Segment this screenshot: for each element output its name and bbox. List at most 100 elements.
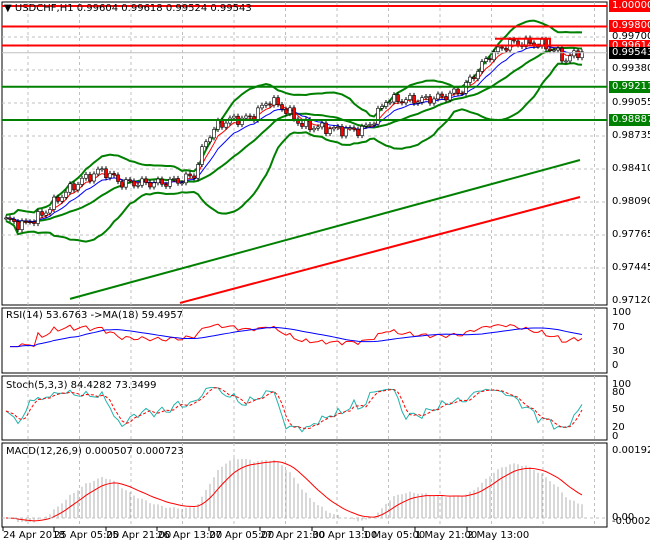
candle-body bbox=[488, 58, 492, 61]
price-tick: 0.97445 bbox=[612, 261, 650, 273]
candle-body bbox=[224, 122, 228, 128]
candle-body bbox=[484, 58, 488, 62]
candle-body bbox=[100, 168, 104, 171]
candle-body bbox=[276, 97, 280, 105]
macd-tick: -0.000264 bbox=[612, 516, 650, 527]
candle-body bbox=[248, 115, 252, 118]
panel-frame-0 bbox=[1, 1, 608, 306]
candle-body bbox=[460, 92, 464, 95]
candle-body bbox=[108, 173, 112, 179]
candle-body bbox=[336, 126, 340, 128]
candle-body bbox=[144, 178, 148, 183]
candle-body bbox=[208, 137, 212, 143]
candle-body bbox=[56, 196, 60, 202]
price-tick: 0.99055 bbox=[612, 96, 650, 108]
candle-body bbox=[156, 178, 160, 184]
candle-body bbox=[40, 211, 44, 216]
rsi-ma-line bbox=[10, 326, 583, 348]
candle-body bbox=[80, 177, 84, 185]
candle-body bbox=[256, 107, 260, 121]
candle-body bbox=[312, 127, 316, 131]
candle-body bbox=[396, 94, 400, 102]
candle-body bbox=[120, 181, 124, 188]
candle-body bbox=[16, 221, 20, 230]
candle-body bbox=[444, 96, 448, 101]
candle-body bbox=[268, 103, 272, 106]
candle-body bbox=[76, 184, 80, 191]
candle-body bbox=[148, 182, 152, 188]
candle-body bbox=[440, 93, 444, 97]
candle-body bbox=[292, 107, 296, 120]
rsi-title: RSI(14) 53.6763 ->MA(18) 59.4957 bbox=[6, 310, 183, 321]
candle-body bbox=[404, 99, 408, 104]
candle-body bbox=[412, 95, 416, 104]
stoch-tick: 50 bbox=[612, 404, 625, 415]
candle-body bbox=[260, 104, 264, 109]
price-tick: 0.98735 bbox=[612, 129, 650, 141]
candle-body bbox=[284, 108, 288, 114]
level-label-1.00000: 1.00000 bbox=[609, 0, 650, 12]
candle-body bbox=[20, 220, 24, 230]
candle-body bbox=[572, 50, 576, 57]
candle-body bbox=[192, 175, 196, 179]
candle-body bbox=[24, 220, 28, 223]
candle-body bbox=[448, 92, 452, 101]
candle-body bbox=[388, 101, 392, 104]
candle-body bbox=[332, 127, 336, 130]
chart-window[interactable]: ▼ USDCHF,H1 0.99604 0.99618 0.99524 0.99… bbox=[0, 0, 650, 550]
candle-body bbox=[384, 102, 388, 107]
candle-body bbox=[244, 115, 248, 119]
price-tick: 0.99380 bbox=[612, 63, 650, 75]
chart-canvas[interactable] bbox=[0, 0, 650, 550]
candle-body bbox=[500, 46, 504, 49]
candle-body bbox=[560, 47, 564, 62]
macd-title: MACD(12,26,9) 0.000507 0.000723 bbox=[6, 446, 184, 457]
price-tick: 0.99700 bbox=[612, 30, 650, 42]
candle-body bbox=[340, 126, 344, 137]
candle-body bbox=[420, 97, 424, 103]
rsi-line bbox=[10, 323, 583, 348]
candle-body bbox=[212, 129, 216, 139]
candle-body bbox=[468, 76, 472, 83]
candle-body bbox=[168, 178, 172, 187]
candle-body bbox=[8, 217, 12, 220]
candle-body bbox=[104, 168, 108, 179]
level-label-0.98887: 0.98887 bbox=[609, 113, 650, 126]
candle-body bbox=[476, 71, 480, 80]
candle-body bbox=[464, 82, 468, 94]
candle-body bbox=[32, 221, 36, 224]
candle-body bbox=[400, 101, 404, 104]
price-tick: 0.98410 bbox=[612, 162, 650, 174]
candle-body bbox=[432, 98, 436, 104]
candle-body bbox=[504, 47, 508, 51]
dropdown-triangle-icon[interactable]: ▼ bbox=[4, 3, 12, 14]
candle-body bbox=[368, 124, 372, 126]
candle-body bbox=[64, 191, 68, 198]
stoch-tick: 0 bbox=[612, 431, 619, 442]
candle-body bbox=[416, 101, 420, 104]
candle-body bbox=[12, 218, 16, 222]
candle-body bbox=[164, 183, 168, 187]
candle-body bbox=[188, 173, 192, 177]
candle-body bbox=[564, 60, 568, 63]
candle-body bbox=[180, 182, 184, 185]
candle-body bbox=[552, 49, 556, 52]
candle-body bbox=[216, 120, 220, 130]
current-price-label: 0.99543 bbox=[609, 46, 650, 59]
candle-body bbox=[52, 196, 56, 210]
candle-body bbox=[124, 179, 128, 188]
time-label: 2 May 13:00 bbox=[467, 530, 530, 541]
candle-body bbox=[172, 178, 176, 180]
candle-body bbox=[556, 47, 560, 51]
candle-body bbox=[44, 212, 48, 216]
candle-body bbox=[176, 178, 180, 184]
stoch-signal-line bbox=[5, 387, 583, 429]
candle-body bbox=[372, 123, 376, 126]
candle-body bbox=[60, 197, 64, 202]
candle-body bbox=[300, 123, 304, 127]
candle-body bbox=[380, 106, 384, 109]
candle-body bbox=[272, 97, 276, 106]
candle-body bbox=[204, 141, 208, 147]
candle-body bbox=[348, 127, 352, 130]
candle-body bbox=[352, 127, 356, 130]
